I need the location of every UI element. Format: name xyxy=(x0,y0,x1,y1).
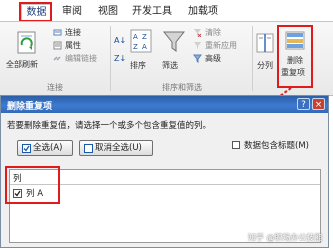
dialog-instruction: 若要删除重复值，请选择一个或多个包含重复值的列。 xyxy=(7,121,212,131)
column-list-highlight xyxy=(5,166,60,204)
help-button[interactable]: ? xyxy=(297,98,310,110)
has-headers-label: 数据包含标题(M) xyxy=(244,141,309,151)
dialog-title-bar: 删除重复项 ? × xyxy=(1,96,328,113)
watermark: 知乎 @职场办公技能 xyxy=(248,233,323,242)
dialog-title: 删除重复项 xyxy=(7,102,53,112)
select-all-button[interactable]: 全选(A) xyxy=(17,140,73,156)
checked-box-icon xyxy=(22,144,31,153)
empty-box-icon xyxy=(84,144,93,153)
has-headers-checkbox[interactable] xyxy=(232,141,240,149)
unselect-all-button[interactable]: 取消全选(U) xyxy=(79,140,153,156)
remove-duplicates-dialog: 删除重复项 ? × 若要删除重复值，请选择一个或多个包含重复值的列。 全选(A)… xyxy=(0,95,329,248)
close-button[interactable]: × xyxy=(312,98,325,110)
